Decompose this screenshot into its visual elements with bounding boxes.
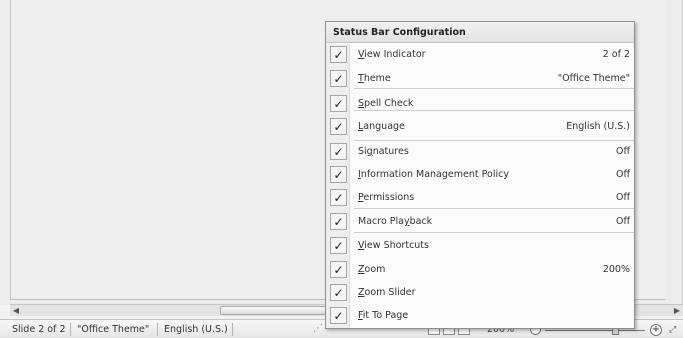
menu-item-label: Spell Check [358, 98, 414, 109]
menu-item-information-management-policy[interactable]: ✓ Information Management Policy Off [326, 164, 634, 186]
checkmark-icon: ✓ [330, 46, 347, 63]
resize-grip-icon: ⋰ [313, 323, 323, 334]
menu-item-label: Fit To Page [358, 310, 409, 321]
checkmark-icon: ✓ [330, 237, 347, 254]
menu-item-label: View Indicator [358, 49, 426, 60]
theme-indicator[interactable]: "Office Theme" [77, 323, 149, 337]
menu-item-value: Off [615, 216, 630, 227]
checkmark-icon: ✓ [330, 213, 347, 230]
menu-item-label: Language [358, 121, 405, 132]
menu-item-value: English (U.S.) [566, 121, 630, 132]
fit-to-page-icon[interactable]: ⤢ [669, 324, 681, 336]
checkmark-icon: ✓ [330, 284, 347, 301]
checkmark-icon: ✓ [330, 189, 347, 206]
menu-item-macro-playback[interactable]: ✓ Macro Playback Off [326, 211, 634, 233]
checkmark-icon: ✓ [330, 261, 347, 278]
status-divider [232, 323, 233, 336]
menu-item-view-indicator[interactable]: ✓ View Indicator 2 of 2 [326, 44, 634, 66]
app-window: ◀ ▶ Slide 2 of 2 "Office Theme" English … [0, 0, 683, 338]
view-indicator[interactable]: Slide 2 of 2 [12, 323, 66, 337]
language-indicator[interactable]: English (U.S.) [164, 323, 228, 337]
menu-item-zoom[interactable]: ✓ Zoom 200% [326, 259, 634, 281]
menu-item-value: Off [615, 169, 630, 180]
menu-item-theme[interactable]: ✓ Theme "Office Theme" [326, 68, 634, 90]
menu-item-zoom-slider[interactable]: ✓ Zoom Slider [326, 282, 634, 304]
menu-item-value: "Office Theme" [557, 73, 630, 84]
scroll-right-icon[interactable]: ▶ [671, 305, 683, 316]
menu-item-label: Signatures [358, 146, 409, 157]
menu-item-label: Macro Playback [358, 216, 433, 227]
status-bar-configuration-menu: Status Bar Configuration ✓ View Indicato… [325, 21, 635, 329]
checkmark-icon: ✓ [330, 118, 347, 135]
menu-title: Status Bar Configuration [326, 22, 634, 43]
status-divider [157, 323, 158, 336]
checkmark-icon: ✓ [330, 70, 347, 87]
menu-item-view-shortcuts[interactable]: ✓ View Shortcuts [326, 235, 634, 257]
zoom-in-icon[interactable]: + [650, 324, 662, 336]
menu-item-value: 200% [602, 264, 630, 275]
menu-item-label: Theme [358, 73, 391, 84]
checkmark-icon: ✓ [330, 307, 347, 324]
menu-item-value: Off [615, 146, 630, 157]
checkmark-icon: ✓ [330, 143, 347, 160]
menu-item-label: Permissions [358, 192, 415, 203]
status-divider [70, 323, 71, 336]
menu-item-value: Off [615, 192, 630, 203]
menu-item-language[interactable]: ✓ Language English (U.S.) [326, 116, 634, 138]
scroll-left-icon[interactable]: ◀ [10, 305, 22, 316]
menu-item-label: Zoom Slider [358, 287, 416, 298]
menu-item-spell-check[interactable]: ✓ Spell Check [326, 93, 634, 115]
zoom-slider-track[interactable] [545, 330, 645, 331]
checkmark-icon: ✓ [330, 95, 347, 112]
menu-item-label: View Shortcuts [358, 240, 429, 251]
menu-item-label: Zoom [358, 264, 386, 275]
menu-item-fit-to-page[interactable]: ✓ Fit To Page [326, 305, 634, 327]
menu-item-permissions[interactable]: ✓ Permissions Off [326, 187, 634, 209]
checkmark-icon: ✓ [330, 166, 347, 183]
menu-item-value: 2 of 2 [602, 49, 630, 60]
menu-item-signatures[interactable]: ✓ Signatures Off [326, 141, 634, 163]
menu-item-label: Information Management Policy [358, 169, 509, 180]
